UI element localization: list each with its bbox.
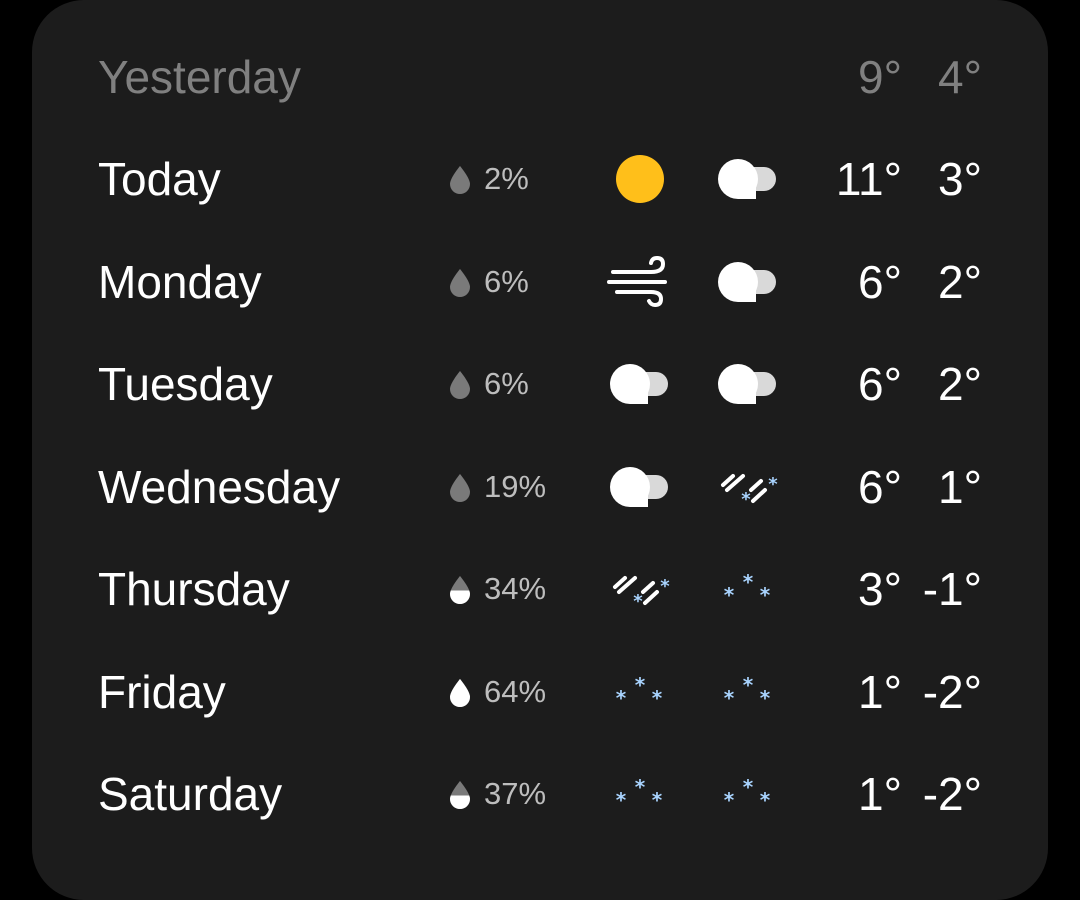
night-snow-icon: * * *	[715, 561, 781, 617]
night-snow-icon: * * *	[715, 766, 781, 822]
high-temp: 11°	[835, 153, 902, 205]
high-temp: 6°	[858, 255, 902, 308]
night-cloud-icon	[715, 254, 781, 310]
day-wind-icon	[607, 254, 673, 310]
raindrop-icon	[448, 677, 472, 707]
raindrop-icon	[448, 472, 472, 502]
precipitation: 2%	[448, 161, 529, 197]
svg-text:*: *	[768, 474, 778, 495]
high-temp: 9°	[858, 51, 902, 103]
low-temp: 4°	[938, 51, 982, 103]
svg-text:*: *	[635, 775, 646, 799]
precip-chance: 2%	[484, 161, 529, 196]
svg-text:*: *	[724, 583, 735, 607]
day-label: Saturday	[98, 768, 283, 820]
high-temp: 6°	[858, 460, 902, 513]
forecast-row-thursday[interactable]: Thursday 34% * * * * * 3° -1°	[0, 539, 1080, 639]
forecast-row-today[interactable]: Today 2% 11° 3°	[0, 129, 1080, 229]
low-temp: 2°	[938, 358, 982, 410]
svg-text:*: *	[724, 686, 735, 710]
precip-chance: 64%	[484, 673, 547, 709]
night-sleet-icon: * *	[715, 459, 781, 515]
low-temp: -2°	[922, 768, 982, 820]
low-temp: 1°	[938, 460, 982, 513]
svg-text:*: *	[743, 570, 754, 594]
svg-text:*: *	[743, 775, 754, 799]
raindrop-icon	[448, 164, 472, 194]
day-label: Tuesday	[98, 358, 273, 410]
svg-text:*: *	[724, 788, 735, 812]
raindrop-icon	[448, 267, 472, 297]
day-cloud-icon	[607, 356, 673, 412]
svg-text:*: *	[760, 686, 771, 710]
day-sleet-icon: * *	[607, 561, 673, 617]
svg-text:*: *	[652, 788, 663, 812]
day-label: Thursday	[98, 563, 290, 615]
svg-text:*: *	[652, 686, 663, 710]
precipitation: 6%	[448, 264, 529, 300]
day-sun-icon	[607, 151, 673, 207]
svg-text:*: *	[660, 576, 670, 597]
night-snow-icon: * * *	[715, 664, 781, 720]
svg-text:*: *	[741, 489, 751, 510]
svg-text:*: *	[616, 686, 627, 710]
precip-chance: 37%	[484, 776, 547, 811]
high-temp: 3°	[858, 563, 902, 615]
raindrop-icon	[448, 779, 472, 809]
forecast-row-friday[interactable]: Friday 64% * * * * * * 1° -2°	[0, 642, 1080, 742]
high-temp: 1°	[858, 768, 902, 820]
raindrop-icon	[448, 369, 472, 399]
day-snow-icon: * * *	[607, 766, 673, 822]
day-label: Wednesday	[98, 460, 341, 513]
precipitation: 6%	[448, 366, 529, 402]
precip-chance: 6%	[484, 366, 529, 401]
precipitation: 64%	[448, 674, 546, 710]
day-cloud-icon	[607, 459, 673, 515]
forecast-row-tuesday[interactable]: Tuesday 6% 6° 2°	[0, 334, 1080, 434]
svg-text:*: *	[635, 673, 646, 697]
raindrop-icon	[448, 574, 472, 604]
svg-text:*: *	[616, 788, 627, 812]
high-temp: 6°	[858, 358, 902, 410]
forecast-row-wednesday[interactable]: Wednesday 19% * * 6° 1°	[0, 437, 1080, 537]
svg-text:*: *	[760, 788, 771, 812]
night-cloud-icon	[715, 356, 781, 412]
svg-text:*: *	[743, 673, 754, 697]
low-temp: -2°	[922, 665, 982, 718]
night-cloud-icon	[715, 151, 781, 207]
precipitation: 37%	[448, 776, 546, 812]
low-temp: -1°	[922, 563, 982, 615]
svg-text:*: *	[633, 591, 643, 612]
day-label: Friday	[98, 665, 226, 718]
yesterday-row[interactable]: Yesterday 9° 4°	[0, 27, 1080, 127]
day-label: Yesterday	[98, 51, 301, 103]
svg-text:*: *	[760, 583, 771, 607]
precip-chance: 19%	[484, 468, 547, 504]
day-label: Monday	[98, 255, 262, 308]
precip-chance: 34%	[484, 571, 547, 606]
forecast-row-saturday[interactable]: Saturday 37% * * * * * * 1° -2°	[0, 744, 1080, 844]
low-temp: 2°	[938, 255, 982, 308]
precip-chance: 6%	[484, 263, 529, 299]
day-snow-icon: * * *	[607, 664, 673, 720]
day-label: Today	[98, 153, 221, 205]
precipitation: 34%	[448, 571, 546, 607]
low-temp: 3°	[938, 153, 982, 205]
forecast-row-monday[interactable]: Monday 6% 6° 2°	[0, 232, 1080, 332]
precipitation: 19%	[448, 469, 546, 505]
high-temp: 1°	[858, 665, 902, 718]
